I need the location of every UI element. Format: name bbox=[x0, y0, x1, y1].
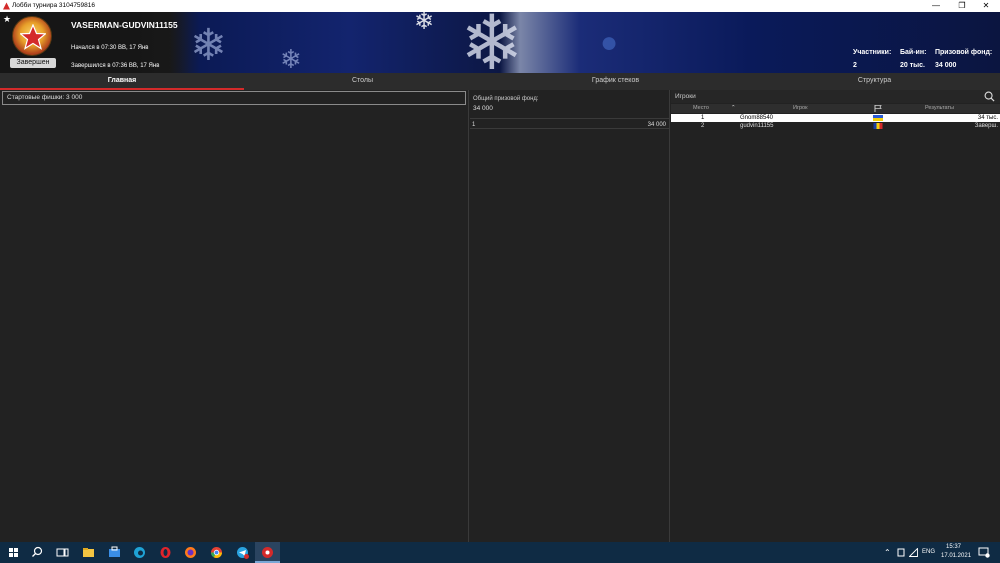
column-place[interactable]: Место bbox=[693, 104, 709, 113]
prize-place: 1 bbox=[472, 122, 476, 128]
snowflake-decoration: ❄ bbox=[460, 12, 524, 73]
tournament-name: VASERMAN-GUDVIN11155 bbox=[71, 20, 178, 30]
player-place: 2 bbox=[701, 123, 705, 129]
tab-stack-chart[interactable]: График стеков bbox=[497, 73, 734, 90]
prize-row: 1 34 000 bbox=[470, 121, 669, 129]
pokerstars-app-icon bbox=[3, 2, 10, 10]
star-icon bbox=[20, 24, 46, 50]
firefox-icon[interactable] bbox=[183, 545, 198, 560]
minimize-button[interactable]: — bbox=[924, 0, 948, 12]
stat-label: Призовой фонд: bbox=[935, 49, 993, 56]
players-table-header: Место ⌃ Игрок Результаты bbox=[671, 104, 1000, 113]
tray-chevron-up-icon[interactable]: ⌃ bbox=[884, 548, 891, 557]
prize-pool-label: Общий призовой фонд: bbox=[473, 96, 539, 102]
opera-icon[interactable] bbox=[158, 545, 173, 560]
starting-chips-value: 3 000 bbox=[66, 94, 83, 101]
player-place: 1 bbox=[701, 115, 705, 121]
starting-chips-label: Стартовые фишки: bbox=[7, 94, 65, 101]
pokerstars-taskbar-icon[interactable] bbox=[260, 545, 275, 560]
stat-value: 2 bbox=[853, 62, 857, 69]
stat-label: Участники: bbox=[853, 49, 892, 56]
player-name[interactable]: Gnom88540 bbox=[740, 114, 773, 122]
windows-taskbar: ⌃ ENG 15:37 17.01.2021 bbox=[0, 542, 1000, 563]
clock-time[interactable]: 15:37 bbox=[946, 544, 961, 550]
close-button[interactable]: ✕ bbox=[974, 0, 998, 12]
column-results[interactable]: Результаты bbox=[925, 104, 954, 113]
starting-chips-row: Стартовые фишки: 3 000 bbox=[2, 91, 466, 105]
player-row[interactable]: 1 Gnom88540 34 тыс. bbox=[671, 114, 1000, 122]
player-result: 34 тыс. bbox=[977, 115, 998, 121]
snowflake-decoration: ❄ bbox=[280, 44, 302, 73]
status-badge: Завершен bbox=[10, 58, 56, 68]
snowflake-decoration: ❄ bbox=[190, 21, 227, 70]
favorite-star-icon[interactable]: ★ bbox=[3, 14, 11, 25]
chrome-icon[interactable] bbox=[209, 545, 224, 560]
maximize-button[interactable]: ❐ bbox=[950, 0, 974, 12]
window-title: Лобби турнира 3104759816 bbox=[12, 2, 96, 9]
notification-icon[interactable] bbox=[978, 547, 990, 558]
player-name[interactable]: gudvin11155 bbox=[740, 122, 773, 130]
edge-icon[interactable] bbox=[132, 545, 147, 560]
tab-bar: Главная Столы График стеков Структура bbox=[0, 73, 1000, 90]
players-search-bar[interactable]: Игроки bbox=[671, 90, 1000, 103]
pokerstars-logo bbox=[12, 16, 52, 56]
divider bbox=[470, 118, 669, 119]
column-player[interactable]: Игрок bbox=[793, 104, 807, 113]
ukraine-flag-icon bbox=[873, 115, 883, 121]
flag-column-icon[interactable] bbox=[874, 105, 882, 112]
window-title-bar: Лобби турнира 3104759816 — ❐ ✕ bbox=[0, 0, 1000, 12]
player-result: Заверш. bbox=[974, 123, 998, 129]
tab-main[interactable]: Главная bbox=[0, 73, 244, 90]
input-language[interactable]: ENG bbox=[922, 549, 935, 555]
clock-date[interactable]: 17.01.2021 bbox=[941, 553, 971, 559]
stat-label: Бай-ин: bbox=[900, 49, 927, 56]
network-icon[interactable] bbox=[909, 548, 918, 557]
player-row[interactable]: 2 gudvin11155 Заверш. bbox=[671, 122, 1000, 130]
tournament-header: ❄ ❄ ❄ ❄ ● ★ Завершен VASERMAN-GUDVIN1115… bbox=[0, 12, 1000, 73]
search-icon[interactable] bbox=[984, 91, 995, 102]
prize-pool-value: 34 000 bbox=[473, 105, 493, 112]
start-time: Начался в 07:30 ВВ, 17 Янв bbox=[71, 45, 149, 51]
players-pane: Игроки Место ⌃ Игрок Результаты 1 Gnom88… bbox=[671, 90, 1000, 542]
telegram-icon[interactable] bbox=[235, 545, 250, 560]
main-info-pane: Стартовые фишки: 3 000 bbox=[0, 90, 469, 542]
snowflake-decoration: ❄ bbox=[414, 12, 435, 35]
snowflake-decoration: ● bbox=[600, 26, 619, 59]
file-explorer-icon[interactable] bbox=[81, 545, 96, 560]
windows-start-icon[interactable] bbox=[6, 545, 21, 560]
stat-participants: Участники: 2 bbox=[853, 49, 891, 69]
stat-prize-pool: Призовой фонд: 34 000 bbox=[935, 49, 992, 69]
tab-structure[interactable]: Структура bbox=[756, 73, 993, 90]
stat-value: 20 тыс. bbox=[900, 62, 925, 69]
tray-device-icon[interactable] bbox=[897, 548, 905, 557]
players-title: Игроки bbox=[675, 93, 696, 100]
tab-tables[interactable]: Столы bbox=[244, 73, 481, 90]
search-icon[interactable] bbox=[30, 545, 45, 560]
stat-value: 34 000 bbox=[935, 62, 957, 69]
store-icon[interactable] bbox=[107, 545, 122, 560]
task-view-icon[interactable] bbox=[55, 545, 70, 560]
prize-amount: 34 000 bbox=[647, 122, 666, 128]
stat-buyin: Бай-ин: 20 тыс. bbox=[900, 49, 926, 69]
end-time: Завершился в 07:36 ВВ, 17 Янв bbox=[71, 63, 160, 69]
prize-pool-pane: Общий призовой фонд: 34 000 1 34 000 bbox=[470, 90, 670, 542]
sort-ascending-icon[interactable]: ⌃ bbox=[731, 104, 736, 113]
romania-flag-icon bbox=[873, 123, 883, 129]
